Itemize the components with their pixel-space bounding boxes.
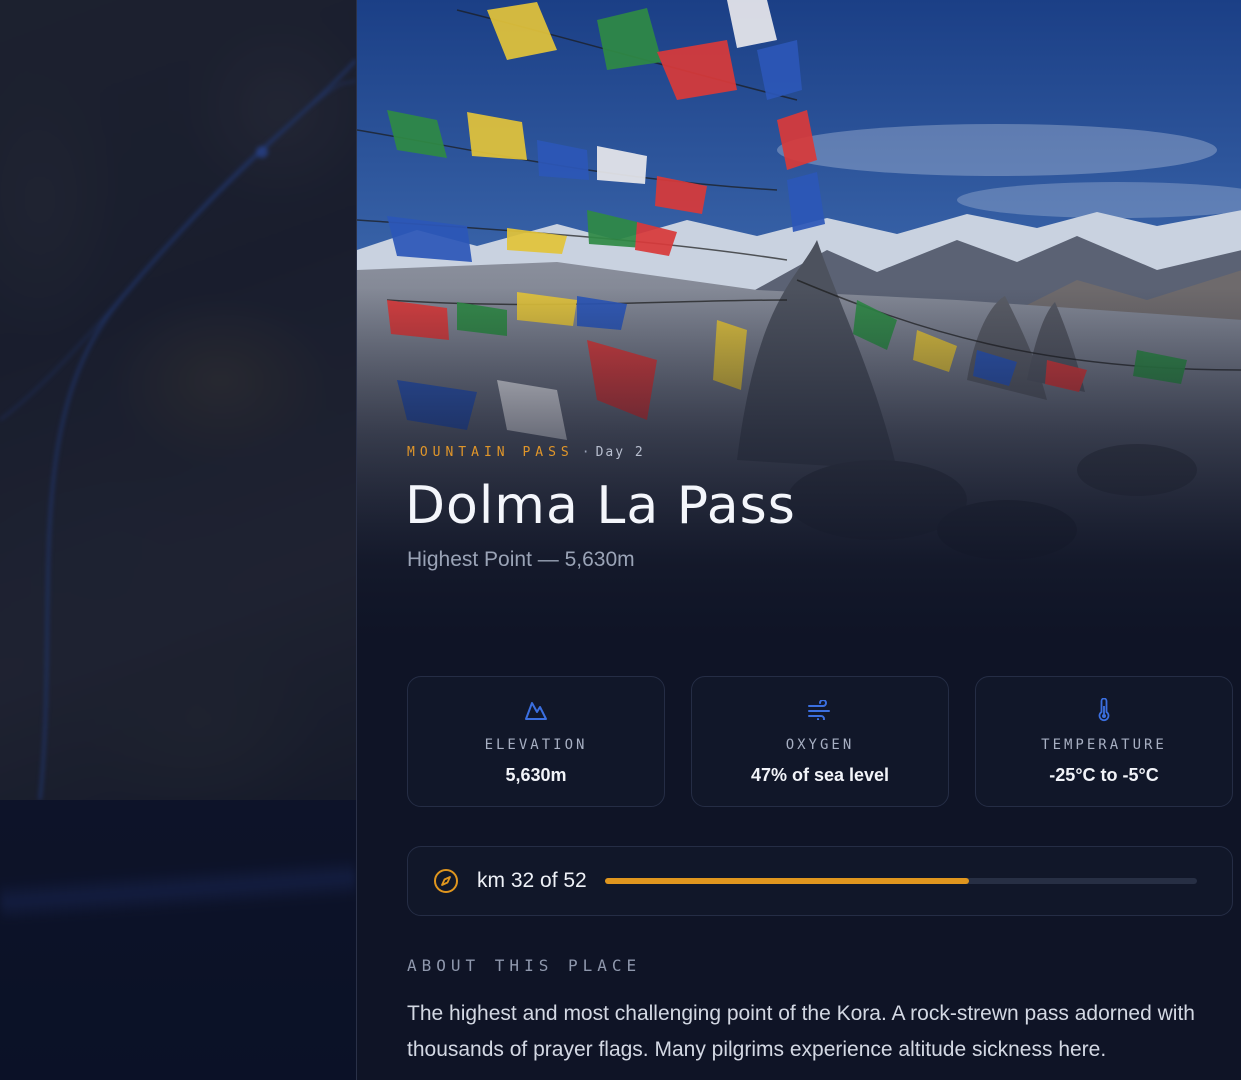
place-title: Dolma La Pass [405,476,796,536]
about-text: The highest and most challenging point o… [407,1002,1195,1061]
stat-label: OXYGEN [785,737,855,753]
stat-label: ELEVATION [484,737,588,753]
progress-fill [604,878,969,884]
stat-card-oxygen: OXYGEN 47% of sea level [691,676,949,807]
place-detail-panel: MOUNTAIN PASS · Day 2 Dolma La Pass High… [356,0,1241,1080]
route-progress: km 32 of 52 [407,846,1233,916]
stat-card-elevation: ELEVATION 5,630m [407,676,665,807]
place-subtitle: Highest Point — 5,630m [407,548,635,571]
place-category: MOUNTAIN PASS [407,445,574,460]
place-day: Day 2 [595,445,645,460]
place-eyebrow: MOUNTAIN PASS · Day 2 [407,445,645,460]
hero-image [357,0,1241,640]
stat-value: -25°C to -5°C [1049,765,1159,785]
stat-label: TEMPERATURE [1041,737,1167,753]
progress-track [604,878,1197,884]
stat-value: 5,630m [505,765,567,785]
about-heading: ABOUT THIS PLACE [407,956,642,975]
mountain-icon [524,699,548,721]
progress-text: km 32 of 52 [477,869,587,892]
stat-value: 47% of sea level [750,765,890,785]
stats-row: ELEVATION 5,630m OXYGEN 47% of sea level [407,676,1233,807]
eyebrow-separator: · [581,445,590,460]
thermometer-icon [1097,698,1111,722]
background-map [0,0,356,1080]
compass-icon [433,868,459,894]
stat-card-temperature: TEMPERATURE -25°C to -5°C [975,676,1233,807]
wind-icon [807,699,833,721]
